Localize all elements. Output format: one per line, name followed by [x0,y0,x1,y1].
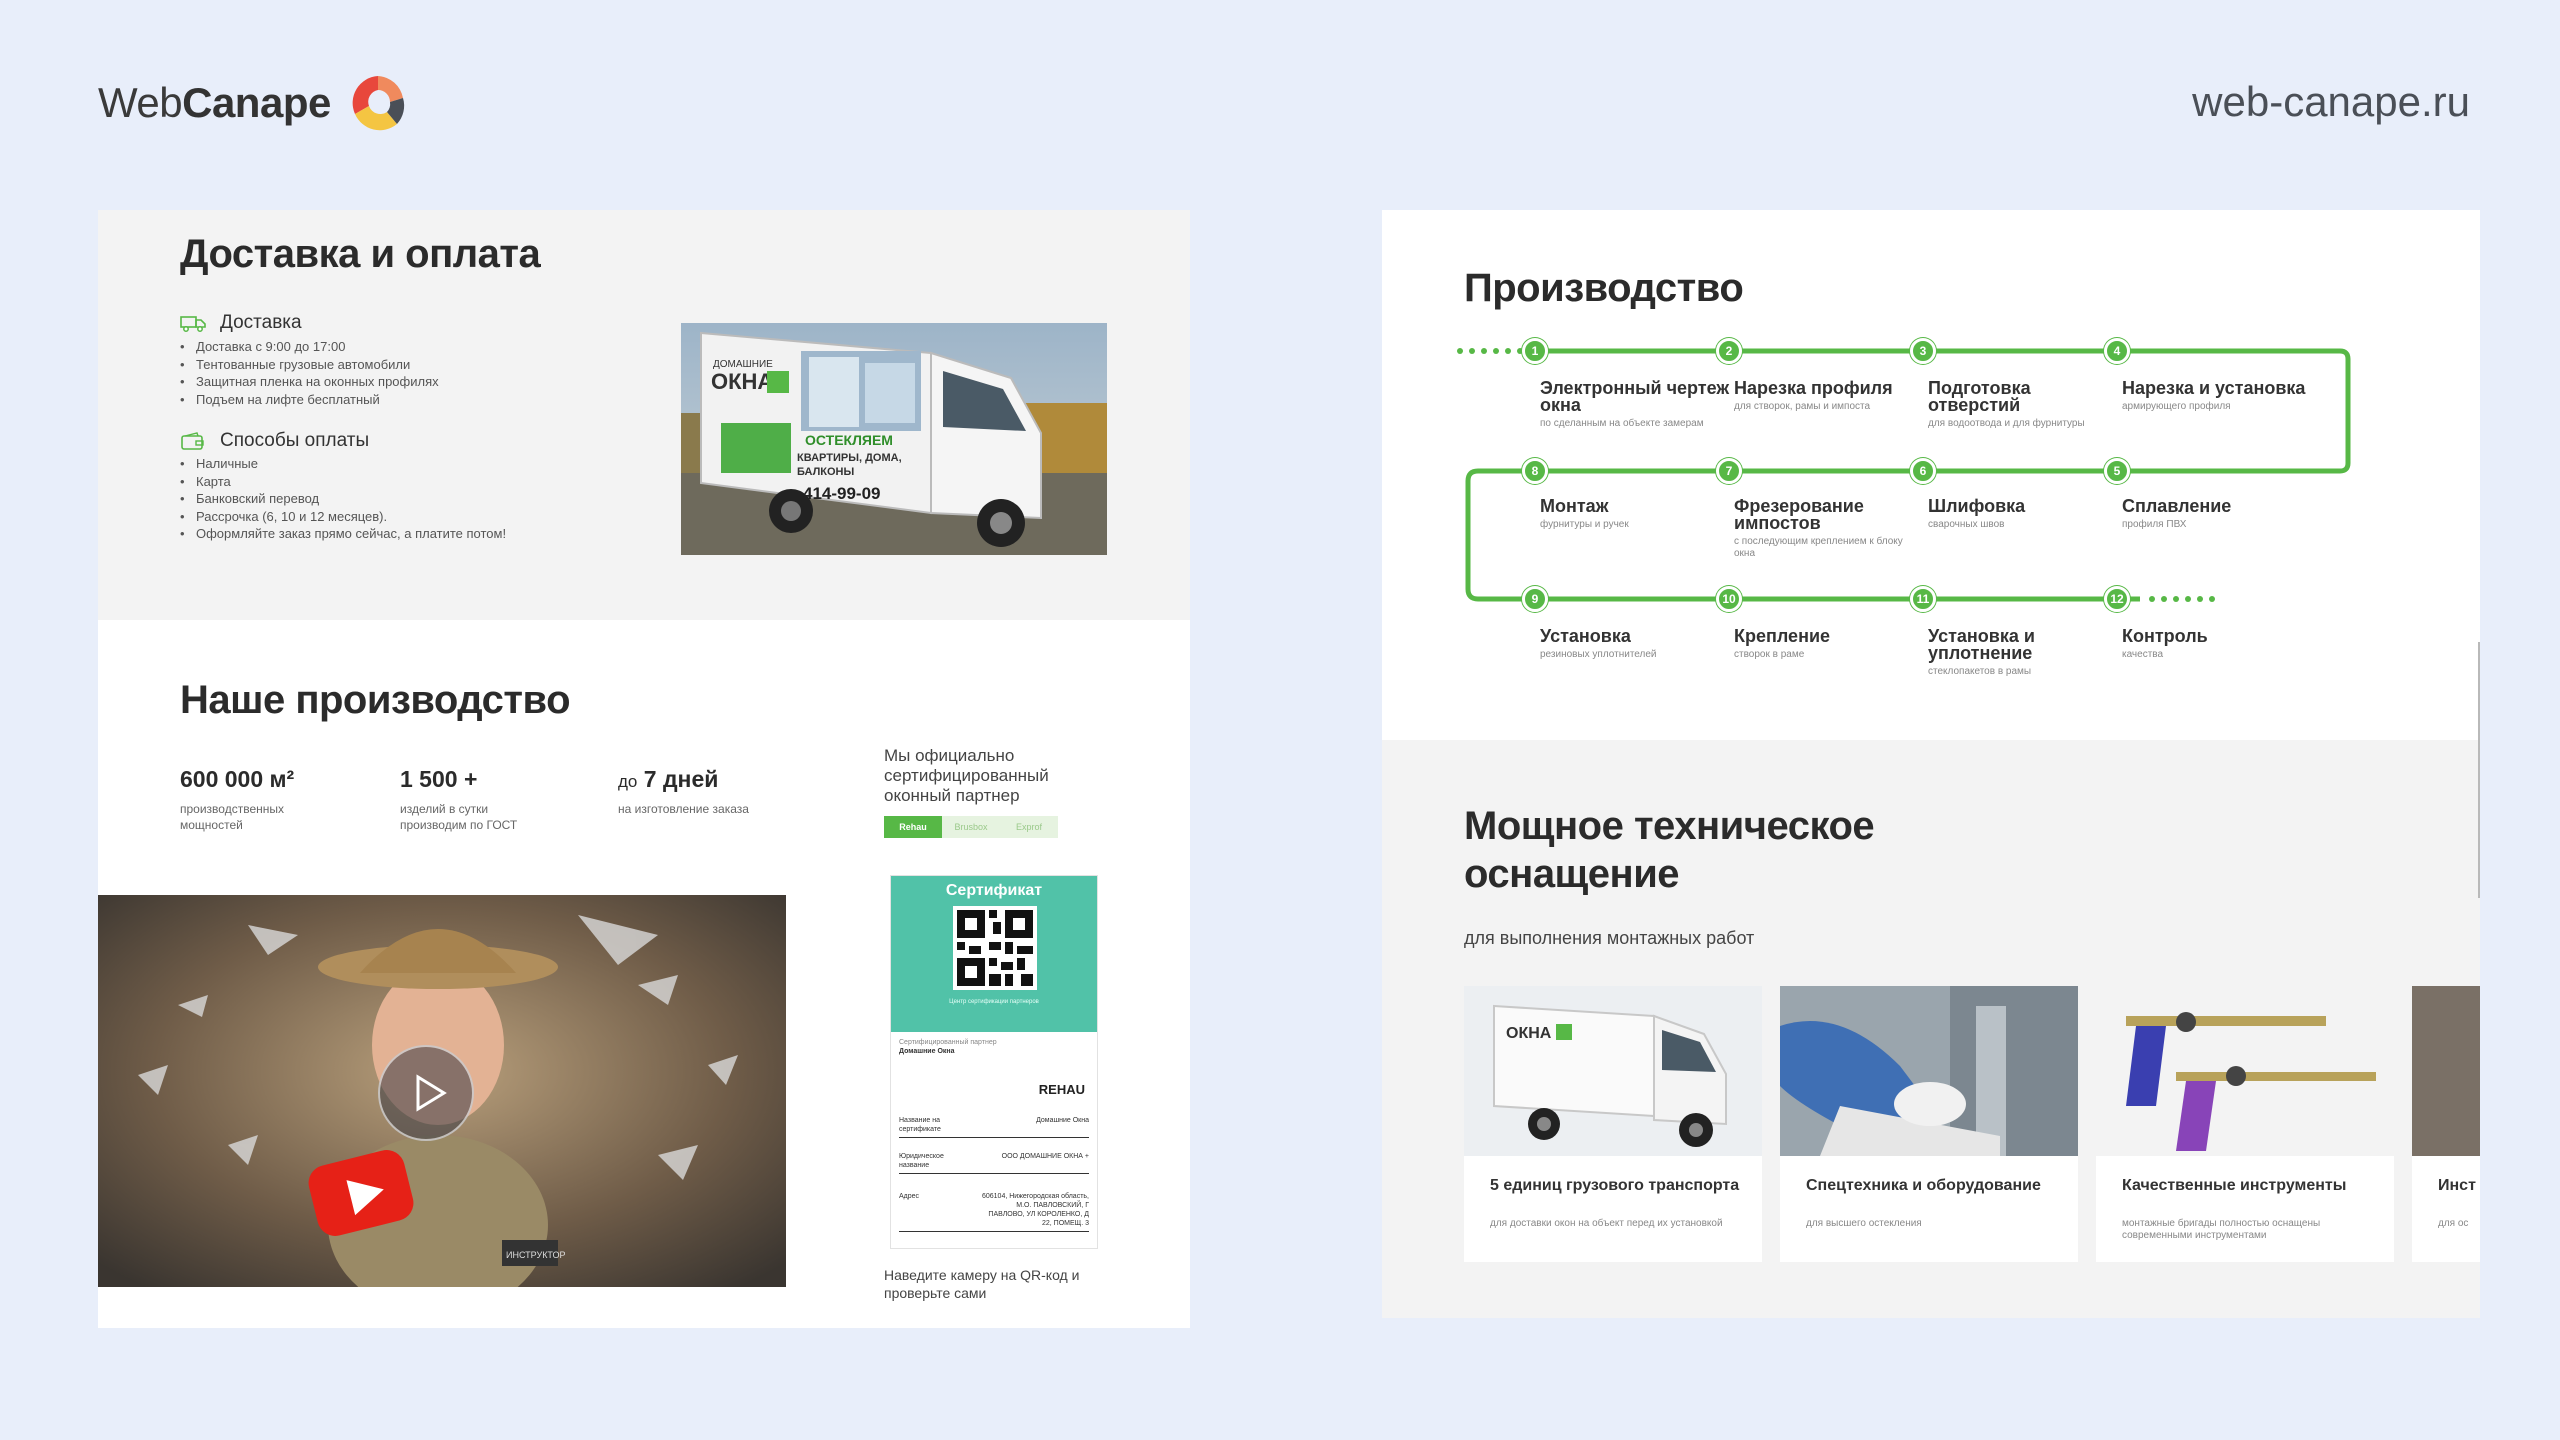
step-10: Крепление створок в раме [1734,626,1831,660]
brand-tabs: Rehau Brusbox Exprof [884,816,1058,838]
play-button[interactable] [378,1045,474,1141]
card-image-partial [2412,986,2480,1156]
step-11: Установка и уплотнение стеклопакетов в ра… [1928,626,2035,677]
step-3: Подготовка отверстий для водоотвода и для… [1928,378,2085,429]
equipment-card-tools[interactable]: Качественные инструменты монтажные брига… [2096,986,2394,1262]
scrollbar[interactable] [2478,642,2480,898]
step-number: 12 [2104,586,2130,612]
step-8: Монтаж фурнитуры и ручек [1540,496,1629,530]
equipment-card-partial[interactable]: Инст для ос [2412,986,2480,1262]
step-number: 4 [2104,338,2130,364]
site-url[interactable]: web-canape.ru [2192,78,2470,126]
step-number: 11 [1910,586,1936,612]
webcanape-logo[interactable]: WebCanape [98,70,411,136]
list-item: Наличные [180,455,506,473]
step-number: 8 [1522,458,1548,484]
list-item: Карта [180,473,506,491]
payment-list: Наличные Карта Банковский перевод Рассро… [180,455,506,543]
certificate-title: Сертификат [945,882,1043,899]
certificate-header: Сертификат Центр сертификации партнеров [891,876,1097,1032]
stat-daily-output: 1 500 + изделий в сутки производим по ГОС… [400,766,518,832]
step-6: Шлифовка сварочных швов [1928,496,2026,530]
card-image-foam-guns [2096,986,2394,1156]
step-5: Сплавление профиля ПВХ [2122,496,2232,530]
step-1: Электронный чертеж окна по сделанным на о… [1540,378,1730,429]
truck-slogan-3: БАЛКОНЫ [797,466,854,478]
card-image-truck: ОКНА [1464,986,1762,1156]
payment-heading: Способы оплаты [180,430,369,452]
step-7: Фрезерование импостов с последующим крепл… [1734,496,1903,559]
delivery-title: Доставка и оплата [180,232,541,276]
certificate-row-name: Название на сертификате Домашние Окна [899,1116,1089,1138]
equipment-subtitle: для выполнения монтажных работ [1464,928,1755,948]
step-number: 6 [1910,458,1936,484]
card-image-workshop [1780,986,2078,1156]
step-4: Нарезка и установка армирующего профиля [2122,378,2306,412]
tab-rehau[interactable]: Rehau [884,816,942,838]
partner-text: Мы официально сертифицированный оконный … [884,746,1049,805]
video-preview[interactable]: ИНСТРУКТОР [98,895,786,1287]
equipment-card-machinery[interactable]: Спецтехника и оборудование для высшего о… [1780,986,2078,1262]
delivery-truck-photo: ДОМАШНИЕ ОКНА ОСТЕКЛЯЕМ КВАРТИРЫ, ДОМА, … [681,323,1107,555]
svg-text:ОКНА: ОКНА [1506,1025,1552,1042]
wallet-icon [181,432,204,450]
step-9: Установка резиновых уплотнителей [1540,626,1657,660]
truck-icon [180,316,206,332]
delivery-list: Доставка с 9:00 до 17:00 Тентованные гру… [180,338,439,408]
step-number: 1 [1522,338,1548,364]
equipment-card-transport[interactable]: ОКНА 5 единиц грузового транспорта для д… [1464,986,1762,1262]
certificate-row-address: Адрес 606104, Нижегородская область, М.О.… [899,1192,1089,1232]
equipment-title: Мощное техническое оснащение [1464,804,1875,896]
production-process-section: Производство 1 2 3 4 5 6 7 8 9 10 11 12 … [1382,210,2480,740]
truck-slogan-2: КВАРТИРЫ, ДОМА, [797,452,902,464]
delivery-heading: Доставка [180,312,302,334]
production-title: Наше производство [180,678,571,722]
certificate-owner: Сертифицированный партнер Домашние Окна [899,1039,997,1055]
list-item: Рассрочка (6, 10 и 12 месяцев). [180,508,506,526]
list-item: Подъем на лифте бесплатный [180,391,439,409]
truck-brand: ОКНА [711,369,773,394]
list-item: Тентованные грузовые автомобили [180,356,439,374]
video-badge: ИНСТРУКТОР [506,1250,566,1260]
play-icon [416,1074,447,1112]
rehau-logo: REHAU [1038,1082,1085,1097]
step-number: 2 [1716,338,1742,364]
tab-exprof[interactable]: Exprof [1000,816,1058,838]
right-screenshot-panel: Производство 1 2 3 4 5 6 7 8 9 10 11 12 … [1382,210,2480,1318]
delivery-section: Доставка и оплата Доставка Доставка с 9:… [98,210,1190,620]
certificate-note: Наведите камеру на QR-код и проверьте са… [884,1267,1080,1301]
list-item: Банковский перевод [180,490,506,508]
left-screenshot-panel: Доставка и оплата Доставка Доставка с 9:… [98,210,1190,1328]
step-number: 9 [1522,586,1548,612]
list-item: Доставка с 9:00 до 17:00 [180,338,439,356]
list-item: Оформляйте заказ прямо сейчас, а платите… [180,525,506,543]
stat-capacity: 600 000 м² производственных мощностей [180,766,295,832]
logo-swirl-icon [352,76,404,131]
logo-text: WebCanape [98,79,331,126]
step-number: 10 [1716,586,1742,612]
certificate-row-legal: Юридическое название ООО ДОМАШНИЕ ОКНА + [899,1152,1089,1174]
truck-phone: 414-99-09 [803,484,881,503]
certificate-card: Сертификат Центр сертификации партнеров … [890,875,1098,1249]
step-12: Контроль качества [2122,626,2208,660]
list-item: Защитная пленка на оконных профилях [180,373,439,391]
certificate-mini-text: Центр сертификации партнеров [949,999,1039,1005]
tab-brusbox[interactable]: Brusbox [942,816,1000,838]
stat-lead-time: до 7 дней на изготовление заказа [618,766,749,816]
truck-slogan: ОСТЕКЛЯЕМ [805,432,893,448]
step-number: 5 [2104,458,2130,484]
step-number: 3 [1910,338,1936,364]
qr-code-icon[interactable] [953,906,1037,990]
step-number: 7 [1716,458,1742,484]
step-2: Нарезка профиля для створок, рамы и импос… [1734,378,1893,412]
